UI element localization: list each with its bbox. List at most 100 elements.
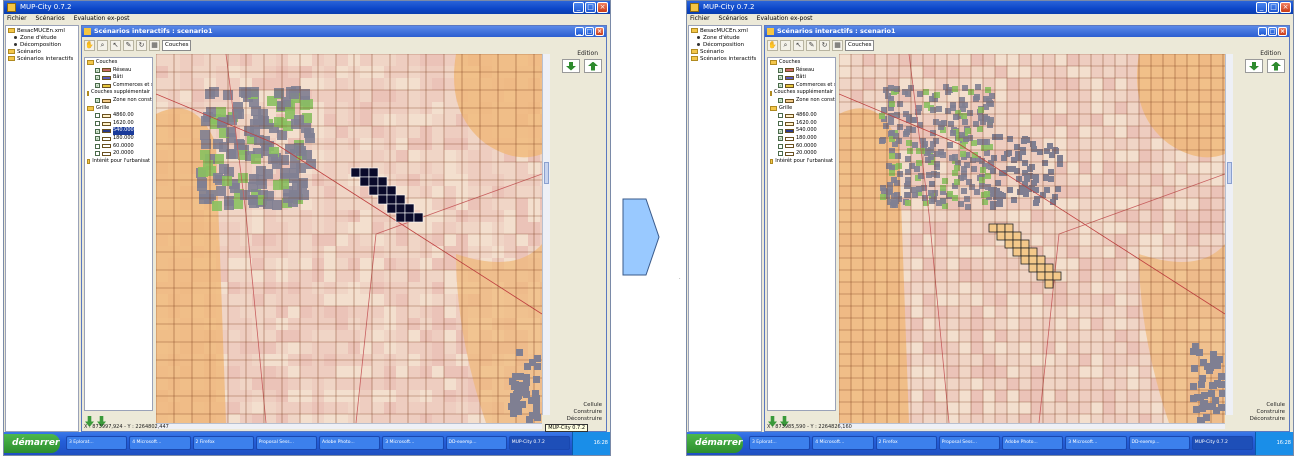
refresh-icon[interactable]: ↻ — [819, 39, 830, 51]
layer-checkbox[interactable]: ✓ — [778, 128, 783, 134]
layer-row[interactable]: Intérêt pour l'urbanisat — [87, 158, 150, 166]
build-down-button[interactable] — [562, 59, 580, 73]
build-up-button[interactable] — [1267, 59, 1285, 73]
menu-evaluation[interactable]: Evaluation ex-post — [74, 15, 130, 22]
taskbar-task[interactable]: DD-exemp... — [1128, 436, 1190, 450]
minimize-button[interactable]: _ — [573, 2, 584, 13]
tree-item-interactive[interactable]: Scénarios interactifs — [8, 56, 76, 63]
map-canvas[interactable] — [156, 54, 542, 423]
layer-checkbox[interactable]: ✓ — [778, 67, 783, 73]
layer-checkbox[interactable]: ✓ — [95, 98, 100, 104]
map-view[interactable] — [839, 54, 1225, 423]
layer-row[interactable]: ✓ Zone non constr. — [770, 97, 835, 105]
layer-checkbox[interactable]: ✓ — [95, 83, 100, 89]
close-button[interactable]: × — [597, 2, 608, 13]
layer-row[interactable]: Couches supplémentair — [770, 89, 833, 97]
tree-item-project[interactable]: BesacMUCEn.xml — [691, 28, 759, 35]
taskbar-task[interactable]: DD-exemp... — [445, 436, 507, 450]
inner-minimize-button[interactable]: _ — [575, 27, 584, 36]
map-vertical-scrollbar[interactable] — [542, 54, 550, 415]
taskbar-task[interactable]: Adobe Photo... — [1002, 436, 1064, 450]
layer-row[interactable]: ✓ Bâti — [770, 74, 833, 82]
tree-item-project[interactable]: BesacMUCEn.xml — [8, 28, 76, 35]
layer-checkbox[interactable]: ✓ — [778, 136, 783, 142]
layer-row[interactable]: Intérêt pour l'urbanisat — [770, 158, 833, 166]
tree-item-scenario[interactable]: Scénario — [8, 49, 76, 56]
close-button[interactable]: × — [1280, 2, 1291, 13]
taskbar-task[interactable]: 4 Microsoft... — [129, 436, 191, 450]
maximize-button[interactable]: □ — [585, 2, 596, 13]
couches-button[interactable]: Couches — [845, 39, 875, 51]
scroll-thumb[interactable] — [544, 162, 549, 185]
layer-row[interactable]: Couches supplémentair — [87, 89, 150, 97]
layer-row[interactable]: Couches — [770, 59, 833, 67]
pan-icon[interactable]: ✋ — [767, 39, 778, 51]
layer-checkbox[interactable] — [95, 151, 100, 157]
layer-checkbox[interactable]: ✓ — [778, 83, 783, 89]
taskbar-task[interactable]: 3 Microsoft... — [1065, 436, 1127, 450]
layer-checkbox[interactable]: ✓ — [778, 98, 783, 104]
tree-item-scenario[interactable]: Scénario — [691, 49, 759, 56]
layer-row[interactable]: ✓ 180.000 — [87, 135, 150, 143]
tree-item-interactive[interactable]: Scénarios interactifs — [691, 56, 759, 63]
layer-row[interactable]: ✓ 180.000 — [770, 135, 833, 143]
taskbar-task[interactable]: MUP-City 0.7.2 — [508, 436, 570, 450]
taskbar-task[interactable]: 2 Firefox — [192, 436, 254, 450]
pan-icon[interactable]: ✋ — [84, 39, 95, 51]
layer-row[interactable]: 4860.00 — [770, 112, 833, 120]
zoom-icon[interactable]: ⌕ — [780, 39, 791, 51]
layer-row[interactable]: ✓ 540.000 — [87, 127, 150, 135]
layer-row[interactable]: 4860.00 — [87, 112, 150, 120]
inner-close-button[interactable]: × — [595, 27, 604, 36]
map-vertical-scrollbar[interactable] — [1225, 54, 1233, 415]
taskbar-task[interactable]: Adobe Photo... — [319, 436, 381, 450]
layer-checkbox[interactable]: ✓ — [778, 75, 783, 81]
layer-checkbox[interactable]: ✓ — [95, 128, 100, 134]
build-up-button[interactable] — [584, 59, 602, 73]
refresh-icon[interactable]: ↻ — [136, 39, 147, 51]
layer-row[interactable]: ✓ Bâti — [87, 74, 150, 82]
menu-scenarios[interactable]: Scénarios — [719, 15, 748, 22]
layers-icon[interactable]: ▦ — [832, 39, 843, 51]
layer-row[interactable]: 20.0000 — [87, 150, 150, 158]
layer-row[interactable]: 20.0000 — [770, 150, 833, 158]
tree-item-zone[interactable]: Zone d'étude — [691, 35, 759, 42]
layer-row[interactable]: ✓ Zone non constr. — [87, 97, 152, 105]
inner-close-button[interactable]: × — [1278, 27, 1287, 36]
layer-checkbox[interactable] — [778, 151, 783, 157]
edit-icon[interactable]: ✎ — [123, 39, 134, 51]
zoom-icon[interactable]: ⌕ — [97, 39, 108, 51]
menu-scenarios[interactable]: Scénarios — [36, 15, 65, 22]
layer-row[interactable]: Couches — [87, 59, 150, 67]
layer-checkbox[interactable] — [778, 113, 783, 119]
menu-fichier[interactable]: Fichier — [690, 15, 710, 22]
layer-row[interactable]: 1620.00 — [770, 120, 833, 128]
edit-icon[interactable]: ✎ — [806, 39, 817, 51]
layer-checkbox[interactable] — [778, 121, 783, 127]
taskbar-task[interactable]: 3 Microsoft... — [382, 436, 444, 450]
map-view[interactable] — [156, 54, 542, 423]
taskbar-task[interactable]: 3 Eplorat... — [66, 436, 128, 450]
taskbar-task[interactable]: MUP-City 0.7.2 — [1191, 436, 1253, 450]
layer-checkbox[interactable] — [95, 121, 100, 127]
layer-checkbox[interactable]: ✓ — [95, 136, 100, 142]
layer-checkbox[interactable] — [95, 113, 100, 119]
layer-row[interactable]: Grille — [770, 105, 833, 113]
taskbar-task[interactable]: 3 Eplorat... — [749, 436, 811, 450]
map-horizontal-scrollbar[interactable] — [156, 423, 542, 429]
tree-item-zone[interactable]: Zone d'étude — [8, 35, 76, 42]
tree-item-decomposition[interactable]: Décomposition — [8, 42, 76, 49]
scroll-thumb[interactable] — [1227, 162, 1232, 185]
couches-button[interactable]: Couches — [162, 39, 192, 51]
taskbar-task[interactable]: 4 Microsoft... — [812, 436, 874, 450]
map-horizontal-scrollbar[interactable] — [839, 423, 1225, 429]
layer-checkbox[interactable]: ✓ — [95, 75, 100, 81]
layer-checkbox[interactable] — [778, 143, 783, 149]
inner-minimize-button[interactable]: _ — [1258, 27, 1267, 36]
tree-item-decomposition[interactable]: Décomposition — [691, 42, 759, 49]
taskbar-task[interactable]: 2 Firefox — [875, 436, 937, 450]
taskbar-task[interactable]: Proposal Sess... — [255, 436, 317, 450]
layer-row[interactable]: 60.0000 — [87, 143, 150, 151]
menu-evaluation[interactable]: Evaluation ex-post — [757, 15, 813, 22]
select-icon[interactable]: ↖ — [110, 39, 121, 51]
